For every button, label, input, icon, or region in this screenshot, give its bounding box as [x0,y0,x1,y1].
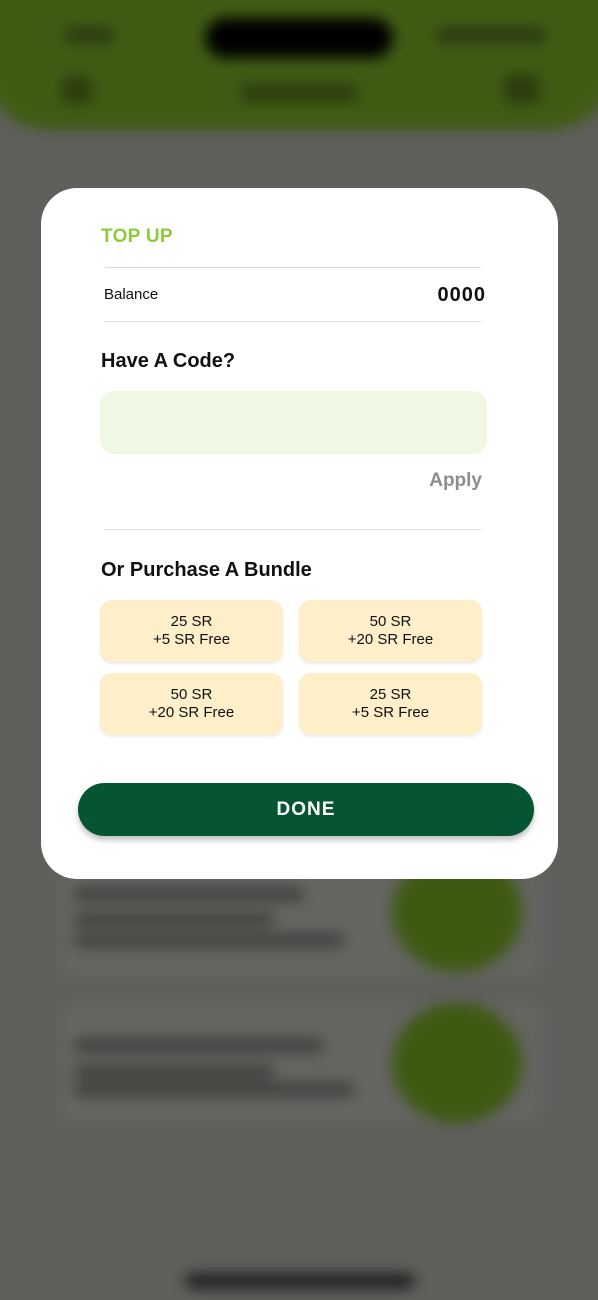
bundle-bonus: +20 SR Free [347,631,434,648]
code-heading: Have A Code? [101,350,236,372]
header-title [240,84,358,102]
status-bar-time [64,27,114,43]
bundle-option[interactable]: 50 SR +20 SR Free [299,600,482,662]
menu-icon [504,74,540,104]
apply-button[interactable]: Apply [429,470,482,492]
bundle-amount: 25 SR [170,613,213,630]
bundle-amount: 50 SR [170,686,213,703]
balance-label: Balance [104,286,159,303]
top-up-modal: TOP UP Balance 0000 Have A Code? Apply O… [41,188,558,879]
app-screen: TOP UP Balance 0000 Have A Code? Apply O… [0,0,598,1300]
balance-value: 0000 [437,284,486,306]
bundle-grid: 25 SR +5 SR Free 50 SR +20 SR Free 50 SR… [100,600,482,735]
done-button[interactable]: DONE [78,783,534,836]
bundle-option[interactable]: 25 SR +5 SR Free [100,600,283,662]
bundle-bonus: +5 SR Free [152,631,231,648]
bundle-option[interactable]: 25 SR +5 SR Free [299,673,482,735]
divider [105,529,481,530]
status-bar-icons [436,27,546,43]
modal-title: TOP UP [101,226,173,247]
dynamic-island [205,18,393,58]
bundle-bonus: +5 SR Free [351,704,430,721]
promo-code-input[interactable] [100,391,487,454]
bundle-heading: Or Purchase A Bundle [101,559,312,581]
divider [105,267,481,268]
bundle-amount: 25 SR [369,686,412,703]
bundle-amount: 50 SR [369,613,412,630]
background-card [60,1003,542,1123]
bundle-bonus: +20 SR Free [148,704,235,721]
home-indicator [185,1274,415,1288]
divider [105,321,481,322]
back-icon [62,76,92,104]
bundle-option[interactable]: 50 SR +20 SR Free [100,673,283,735]
